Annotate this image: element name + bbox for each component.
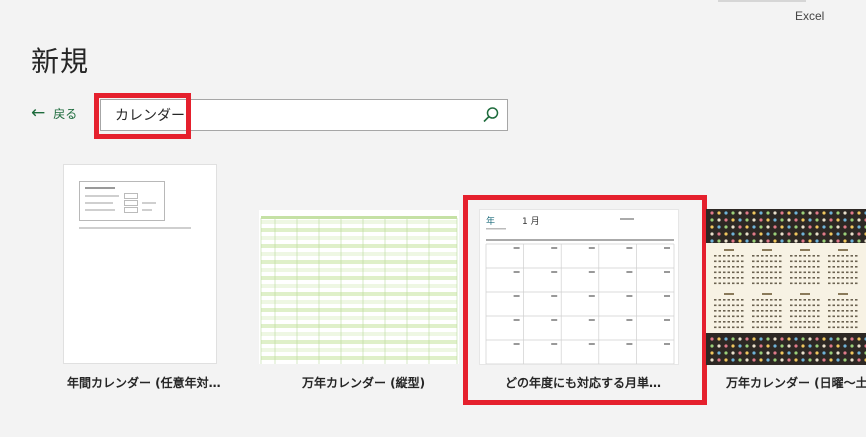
- template-thumbnail-2[interactable]: [259, 210, 459, 364]
- back-label: 戻る: [53, 107, 78, 121]
- page-title: 新規: [31, 45, 90, 78]
- template-title-2[interactable]: 万年カレンダー (縦型): [302, 374, 425, 391]
- template-search-box: [100, 99, 508, 131]
- new-workbook-screen: Excel 新規 ← 戻る 年間カレンダー (任意年対…: [0, 0, 866, 437]
- app-name: Excel: [795, 9, 825, 23]
- year-calendar-sheet: [706, 243, 866, 333]
- template-thumbnail-1[interactable]: [63, 164, 217, 364]
- template-title-3[interactable]: どの年度にも対応する月単…: [505, 374, 661, 391]
- template-title-1[interactable]: 年間カレンダー (任意年対…: [67, 374, 221, 391]
- search-icon: [483, 107, 499, 123]
- titlebar-divider: [718, 0, 806, 2]
- arrow-left-icon: ←: [31, 103, 46, 123]
- template-title-4[interactable]: 万年カレンダー (日曜～土…: [726, 374, 866, 391]
- year-label: 年: [486, 215, 495, 227]
- vertical-calendar-graphic: [259, 210, 459, 364]
- note-line: [79, 227, 191, 229]
- monthly-calendar-graphic: 年 1 月: [485, 215, 675, 364]
- template-thumbnail-4[interactable]: [706, 209, 866, 365]
- back-button[interactable]: ← 戻る: [31, 105, 77, 122]
- search-button[interactable]: [479, 103, 503, 127]
- search-input[interactable]: [101, 100, 471, 130]
- month-label: 1 月: [522, 216, 540, 227]
- settings-panel-graphic: [79, 181, 165, 221]
- template-thumbnail-3[interactable]: 年 1 月: [479, 209, 679, 365]
